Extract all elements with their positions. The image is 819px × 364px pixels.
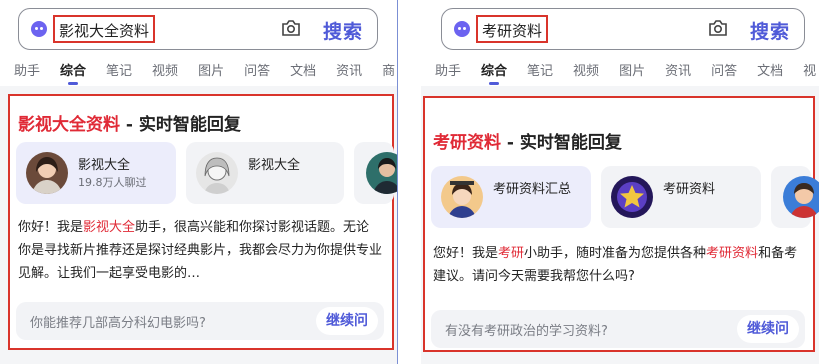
left-screen: 影视大全资料 搜索 助手 综合 笔记 视频 图片 问答 文档 资讯 商 影视大全…: [0, 0, 397, 364]
left-agent-1-name: 影视大全: [78, 158, 131, 173]
left-title-highlight: 影视大全资料: [18, 115, 120, 135]
right-screen: 考研资料 搜索 助手 综合 笔记 视频 图片 资讯 问答 文档 视 考研资料 -…: [421, 0, 819, 364]
right-agent-2-name: 考研资料: [663, 182, 716, 197]
camera-icon[interactable]: [281, 19, 301, 37]
right-reply-text: 您好！我是考研小助手，随时准备为您提供各种考研资料和备考建议。请问今天需要我帮您…: [433, 242, 803, 288]
right-agent-list: 考研资料汇总 考研资料: [431, 166, 819, 228]
right-ai-answer-card: 考研资料 - 实时智能回复 考研资料汇总 考研资料 您好！我是考研小助手，随时准…: [423, 96, 819, 352]
tab-notes[interactable]: 笔记: [527, 60, 553, 79]
left-title-rest: - 实时智能回复: [120, 115, 241, 135]
tab-video[interactable]: 视频: [573, 60, 599, 79]
left-ai-answer-card: 影视大全资料 - 实时智能回复 影视大全 19.8万人聊过 影视大全 你好！我是…: [8, 94, 397, 350]
right-search-query[interactable]: 考研资料: [476, 15, 549, 43]
tab-general[interactable]: 综合: [60, 60, 86, 85]
tab-general[interactable]: 综合: [481, 60, 507, 85]
screen-gap: [398, 0, 421, 364]
left-followup-suggestion[interactable]: 你能推荐几部高分科幻电影吗? 继续问: [16, 302, 384, 340]
right-title-highlight: 考研资料: [433, 133, 501, 153]
star-avatar-icon: [611, 176, 653, 218]
left-continue-button[interactable]: 继续问: [316, 307, 378, 335]
assistant-logo-icon: [454, 21, 470, 37]
right-agent-card-2[interactable]: 考研资料: [601, 166, 761, 228]
left-agent-card-2[interactable]: 影视大全: [186, 142, 344, 204]
tab-images[interactable]: 图片: [619, 60, 645, 79]
left-agent-2-name: 影视大全: [248, 158, 301, 173]
left-reply-part-1: 你好！我是: [18, 220, 84, 235]
right-search-button[interactable]: 搜索: [750, 17, 790, 44]
tab-qa[interactable]: 问答: [711, 60, 737, 79]
right-card-title: 考研资料 - 实时智能回复: [433, 128, 622, 153]
right-agent-card-3[interactable]: [771, 166, 819, 228]
right-tab-bar: 助手 综合 笔记 视频 图片 资讯 问答 文档 视: [435, 60, 816, 85]
woman-avatar-icon: [26, 152, 68, 194]
right-reply-part-2: 小助手，随时准备为您提供各种: [524, 246, 707, 261]
right-agent-card-1[interactable]: 考研资料汇总: [431, 166, 591, 228]
camera-icon[interactable]: [708, 19, 728, 37]
right-agent-1-name: 考研资料汇总: [493, 182, 572, 197]
left-agent-list: 影视大全 19.8万人聊过 影视大全: [16, 142, 397, 204]
cartoon-avatar-icon: [783, 176, 819, 218]
assistant-logo-icon: [31, 21, 47, 37]
left-search-query[interactable]: 影视大全资料: [53, 15, 156, 43]
tab-qa[interactable]: 问答: [244, 60, 270, 79]
left-followup-question[interactable]: 你能推荐几部高分科幻电影吗?: [30, 312, 206, 331]
tab-shop[interactable]: 商: [382, 60, 395, 79]
tab-docs[interactable]: 文档: [757, 60, 783, 79]
left-reply-text: 你好！我是影视大全助手，很高兴能和你探讨影视话题。无论你是寻找新片推荐还是探讨经…: [18, 216, 382, 285]
right-reply-part-1: 您好！我是: [433, 246, 499, 261]
right-followup-suggestion[interactable]: 有没有考研政治的学习资料? 继续问: [431, 310, 805, 348]
left-agent-card-3[interactable]: [354, 142, 397, 204]
right-followup-question[interactable]: 有没有考研政治的学习资料?: [445, 320, 608, 339]
right-reply-highlight-2: 考研资料: [706, 246, 759, 261]
student-avatar-icon: [441, 176, 483, 218]
left-card-title: 影视大全资料 - 实时智能回复: [18, 110, 241, 135]
tab-notes[interactable]: 笔记: [106, 60, 132, 79]
right-header: 考研资料 搜索 助手 综合 笔记 视频 图片 资讯 问答 文档 视: [421, 0, 819, 86]
left-search-button[interactable]: 搜索: [323, 17, 363, 44]
right-title-rest: - 实时智能回复: [501, 133, 622, 153]
tab-news[interactable]: 资讯: [665, 60, 691, 79]
left-header: 影视大全资料 搜索 助手 综合 笔记 视频 图片 问答 文档 资讯 商: [0, 0, 397, 86]
tab-assistant[interactable]: 助手: [435, 60, 461, 79]
portrait-avatar-icon: [366, 152, 397, 194]
left-agent-card-1[interactable]: 影视大全 19.8万人聊过: [16, 142, 176, 204]
tab-images[interactable]: 图片: [198, 60, 224, 79]
left-agent-1-chats: 19.8万人聊过: [78, 176, 147, 189]
right-search-bar[interactable]: 考研资料 搜索: [441, 8, 805, 50]
right-reply-highlight-1: 考研: [498, 246, 525, 261]
left-reply-highlight: 影视大全: [83, 220, 136, 235]
left-search-bar[interactable]: 影视大全资料 搜索: [18, 8, 378, 50]
tab-assistant[interactable]: 助手: [14, 60, 40, 79]
right-continue-button[interactable]: 继续问: [737, 315, 799, 343]
tab-video-2[interactable]: 视: [803, 60, 816, 79]
tab-news[interactable]: 资讯: [336, 60, 362, 79]
tab-video[interactable]: 视频: [152, 60, 178, 79]
tab-docs[interactable]: 文档: [290, 60, 316, 79]
left-tab-bar: 助手 综合 笔记 视频 图片 问答 文档 资讯 商: [14, 60, 395, 85]
sketch-avatar-icon: [196, 152, 238, 194]
